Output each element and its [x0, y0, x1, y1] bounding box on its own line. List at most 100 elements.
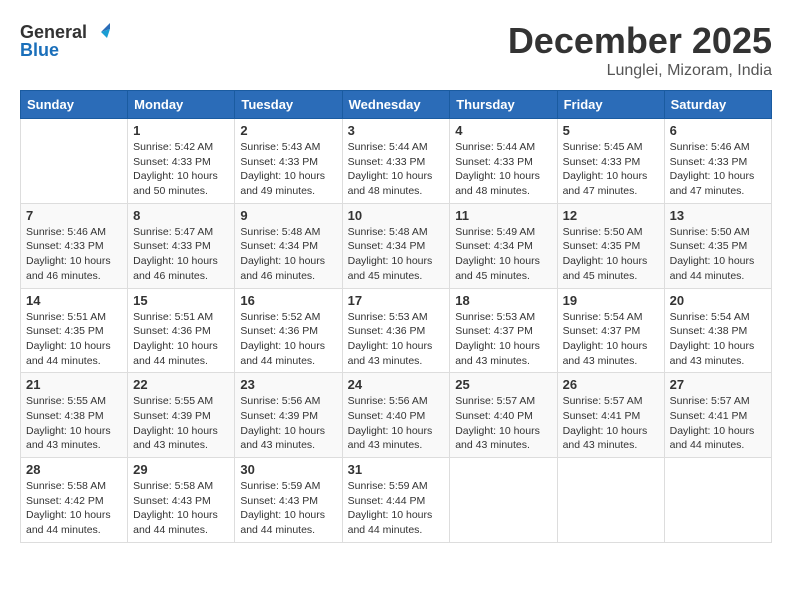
day-number: 17 — [348, 293, 445, 308]
calendar-cell: 28Sunrise: 5:58 AM Sunset: 4:42 PM Dayli… — [21, 458, 128, 543]
day-number: 25 — [455, 377, 551, 392]
calendar-week-row: 28Sunrise: 5:58 AM Sunset: 4:42 PM Dayli… — [21, 458, 772, 543]
day-number: 9 — [240, 208, 336, 223]
weekday-header: Friday — [557, 91, 664, 119]
calendar-cell: 20Sunrise: 5:54 AM Sunset: 4:38 PM Dayli… — [664, 288, 771, 373]
day-info: Sunrise: 5:44 AM Sunset: 4:33 PM Dayligh… — [348, 140, 445, 199]
day-info: Sunrise: 5:53 AM Sunset: 4:37 PM Dayligh… — [455, 310, 551, 369]
calendar-cell: 29 Sunrise: 5:58 AM Sunset: 4:43 PM Dayli… — [128, 458, 235, 543]
calendar-cell: 6Sunrise: 5:46 AM Sunset: 4:33 PM Daylig… — [664, 119, 771, 204]
calendar-cell: 19 Sunrise: 5:54 AM Sunset: 4:37 PM Dayli… — [557, 288, 664, 373]
day-number: 6 — [670, 123, 766, 138]
day-number: 10 — [348, 208, 445, 223]
calendar-cell: 22 Sunrise: 5:55 AM Sunset: 4:39 PM Dayli… — [128, 373, 235, 458]
day-info: Sunrise: 5:56 AM Sunset: 4:40 PM Dayligh… — [348, 394, 445, 453]
calendar-cell: 31 Sunrise: 5:59 AM Sunset: 4:44 PM Dayli… — [342, 458, 450, 543]
logo-text-blue: Blue — [20, 40, 59, 61]
calendar-cell — [557, 458, 664, 543]
day-info: Sunrise: 5:48 AM Sunset: 4:34 PM Dayligh… — [348, 225, 445, 284]
calendar-cell: 7Sunrise: 5:46 AM Sunset: 4:33 PM Daylig… — [21, 203, 128, 288]
calendar-cell — [21, 119, 128, 204]
calendar-cell: 1 Sunrise: 5:42 AM Sunset: 4:33 PM Daylig… — [128, 119, 235, 204]
day-info: Sunrise: 5:55 AM Sunset: 4:38 PM Dayligh… — [26, 394, 122, 453]
day-number: 22 — [133, 377, 229, 392]
calendar-cell — [664, 458, 771, 543]
day-number: 2 — [240, 123, 336, 138]
calendar-week-row: 21 Sunrise: 5:55 AM Sunset: 4:38 PM Dayli… — [21, 373, 772, 458]
day-number: 30 — [240, 462, 336, 477]
day-info: Sunrise: 5:58 AM Sunset: 4:42 PM Dayligh… — [26, 479, 122, 538]
day-number: 21 — [26, 377, 122, 392]
calendar-header-row: SundayMondayTuesdayWednesdayThursdayFrid… — [21, 91, 772, 119]
day-info: Sunrise: 5:42 AM Sunset: 4:33 PM Dayligh… — [133, 140, 229, 199]
day-info: Sunrise: 5:58 AM Sunset: 4:43 PM Dayligh… — [133, 479, 229, 538]
calendar-cell: 24 Sunrise: 5:56 AM Sunset: 4:40 PM Dayli… — [342, 373, 450, 458]
day-info: Sunrise: 5:46 AM Sunset: 4:33 PM Dayligh… — [26, 225, 122, 284]
weekday-header: Saturday — [664, 91, 771, 119]
calendar-cell: 21 Sunrise: 5:55 AM Sunset: 4:38 PM Dayli… — [21, 373, 128, 458]
day-info: Sunrise: 5:54 AM Sunset: 4:37 PM Dayligh… — [563, 310, 659, 369]
calendar-cell: 18 Sunrise: 5:53 AM Sunset: 4:37 PM Dayli… — [450, 288, 557, 373]
day-number: 19 — [563, 293, 659, 308]
day-info: Sunrise: 5:44 AM Sunset: 4:33 PM Dayligh… — [455, 140, 551, 199]
day-info: Sunrise: 5:45 AM Sunset: 4:33 PM Dayligh… — [563, 140, 659, 199]
day-number: 27 — [670, 377, 766, 392]
day-number: 3 — [348, 123, 445, 138]
day-number: 29 — [133, 462, 229, 477]
day-number: 16 — [240, 293, 336, 308]
day-number: 13 — [670, 208, 766, 223]
day-info: Sunrise: 5:52 AM Sunset: 4:36 PM Dayligh… — [240, 310, 336, 369]
calendar-cell: 4 Sunrise: 5:44 AM Sunset: 4:33 PM Daylig… — [450, 119, 557, 204]
day-info: Sunrise: 5:56 AM Sunset: 4:39 PM Dayligh… — [240, 394, 336, 453]
calendar-cell: 14 Sunrise: 5:51 AM Sunset: 4:35 PM Dayli… — [21, 288, 128, 373]
title-block: December 2025 Lunglei, Mizoram, India — [508, 20, 772, 80]
weekday-header: Wednesday — [342, 91, 450, 119]
day-number: 11 — [455, 208, 551, 223]
day-number: 31 — [348, 462, 445, 477]
calendar-cell: 13 Sunrise: 5:50 AM Sunset: 4:35 PM Dayli… — [664, 203, 771, 288]
calendar-cell: 2Sunrise: 5:43 AM Sunset: 4:33 PM Daylig… — [235, 119, 342, 204]
weekday-header: Thursday — [450, 91, 557, 119]
day-number: 20 — [670, 293, 766, 308]
day-info: Sunrise: 5:57 AM Sunset: 4:41 PM Dayligh… — [670, 394, 766, 453]
calendar-cell — [450, 458, 557, 543]
day-info: Sunrise: 5:51 AM Sunset: 4:36 PM Dayligh… — [133, 310, 229, 369]
day-info: Sunrise: 5:59 AM Sunset: 4:44 PM Dayligh… — [348, 479, 445, 538]
calendar-cell: 8 Sunrise: 5:47 AM Sunset: 4:33 PM Daylig… — [128, 203, 235, 288]
day-info: Sunrise: 5:50 AM Sunset: 4:35 PM Dayligh… — [563, 225, 659, 284]
day-info: Sunrise: 5:57 AM Sunset: 4:41 PM Dayligh… — [563, 394, 659, 453]
calendar-cell: 23Sunrise: 5:56 AM Sunset: 4:39 PM Dayli… — [235, 373, 342, 458]
calendar-cell: 3 Sunrise: 5:44 AM Sunset: 4:33 PM Daylig… — [342, 119, 450, 204]
calendar-cell: 9Sunrise: 5:48 AM Sunset: 4:34 PM Daylig… — [235, 203, 342, 288]
day-number: 1 — [133, 123, 229, 138]
day-info: Sunrise: 5:50 AM Sunset: 4:35 PM Dayligh… — [670, 225, 766, 284]
day-number: 14 — [26, 293, 122, 308]
day-info: Sunrise: 5:59 AM Sunset: 4:43 PM Dayligh… — [240, 479, 336, 538]
calendar-week-row: 1 Sunrise: 5:42 AM Sunset: 4:33 PM Daylig… — [21, 119, 772, 204]
logo: General Blue — [20, 20, 113, 61]
calendar-cell: 25 Sunrise: 5:57 AM Sunset: 4:40 PM Dayli… — [450, 373, 557, 458]
day-number: 26 — [563, 377, 659, 392]
day-number: 8 — [133, 208, 229, 223]
day-number: 24 — [348, 377, 445, 392]
day-info: Sunrise: 5:47 AM Sunset: 4:33 PM Dayligh… — [133, 225, 229, 284]
day-info: Sunrise: 5:55 AM Sunset: 4:39 PM Dayligh… — [133, 394, 229, 453]
day-number: 4 — [455, 123, 551, 138]
calendar-week-row: 7Sunrise: 5:46 AM Sunset: 4:33 PM Daylig… — [21, 203, 772, 288]
calendar-cell: 16 Sunrise: 5:52 AM Sunset: 4:36 PM Dayli… — [235, 288, 342, 373]
weekday-header: Sunday — [21, 91, 128, 119]
weekday-header: Monday — [128, 91, 235, 119]
calendar-cell: 26 Sunrise: 5:57 AM Sunset: 4:41 PM Dayli… — [557, 373, 664, 458]
day-number: 18 — [455, 293, 551, 308]
logo-bird-icon — [89, 20, 113, 44]
calendar-cell: 27 Sunrise: 5:57 AM Sunset: 4:41 PM Dayli… — [664, 373, 771, 458]
calendar-cell: 17Sunrise: 5:53 AM Sunset: 4:36 PM Dayli… — [342, 288, 450, 373]
calendar-week-row: 14 Sunrise: 5:51 AM Sunset: 4:35 PM Dayli… — [21, 288, 772, 373]
day-number: 12 — [563, 208, 659, 223]
calendar-cell: 10 Sunrise: 5:48 AM Sunset: 4:34 PM Dayli… — [342, 203, 450, 288]
day-info: Sunrise: 5:51 AM Sunset: 4:35 PM Dayligh… — [26, 310, 122, 369]
day-info: Sunrise: 5:49 AM Sunset: 4:34 PM Dayligh… — [455, 225, 551, 284]
calendar-table: SundayMondayTuesdayWednesdayThursdayFrid… — [20, 90, 772, 543]
day-info: Sunrise: 5:57 AM Sunset: 4:40 PM Dayligh… — [455, 394, 551, 453]
calendar-cell: 30 Sunrise: 5:59 AM Sunset: 4:43 PM Dayli… — [235, 458, 342, 543]
